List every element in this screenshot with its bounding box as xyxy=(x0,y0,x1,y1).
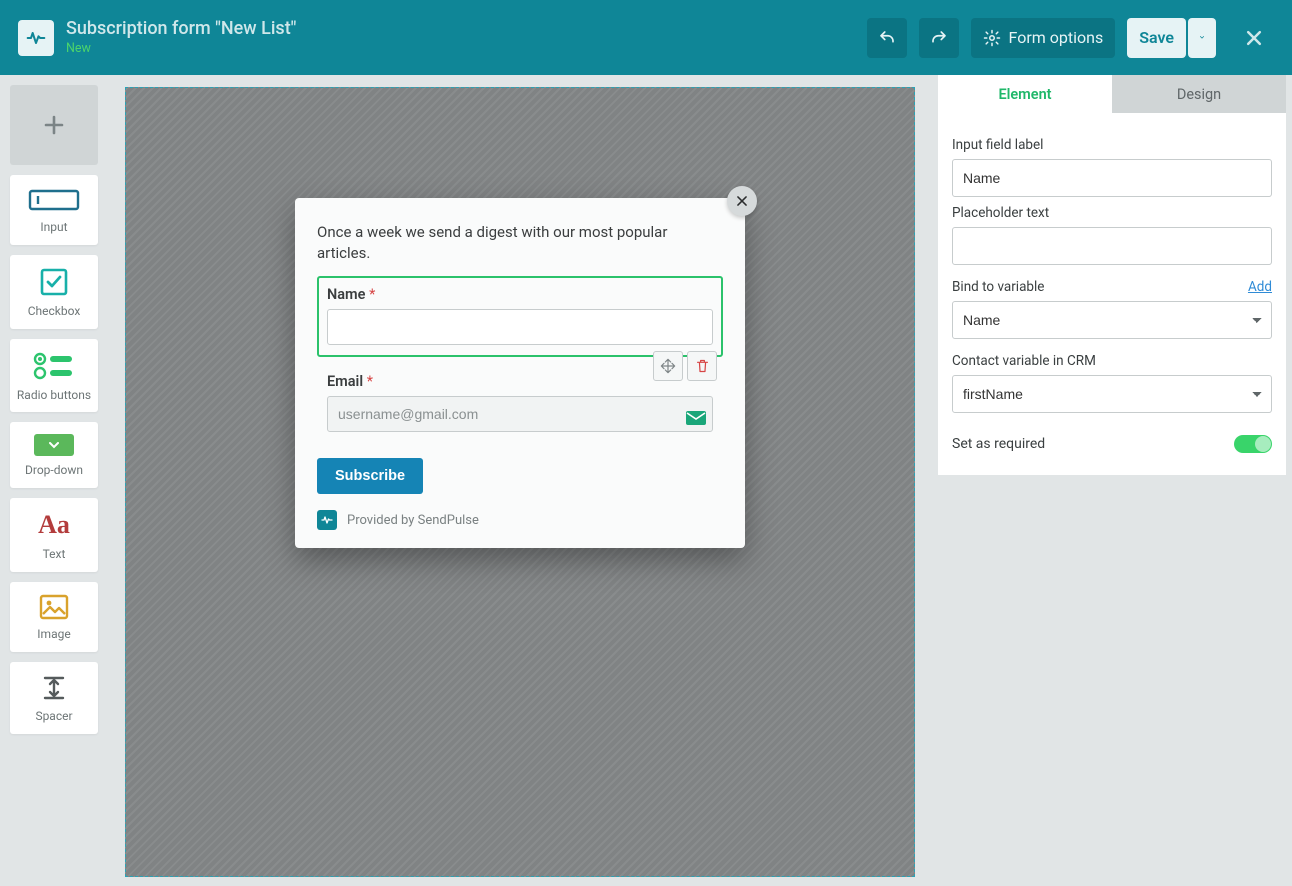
settings-panel: Element Design Input field label Placeho… xyxy=(932,75,1292,886)
app-logo xyxy=(18,20,54,56)
label-input-field-label: Input field label xyxy=(952,137,1272,153)
radio-icon xyxy=(32,351,76,381)
page-title: Subscription form "New List" xyxy=(66,18,296,41)
gear-icon xyxy=(983,29,1001,47)
topbar: Subscription form "New List" New Form op… xyxy=(0,0,1292,75)
name-input[interactable] xyxy=(327,309,713,345)
tool-spacer[interactable]: Spacer xyxy=(10,662,98,734)
required-mark: * xyxy=(369,286,375,303)
stage[interactable]: Once a week we send a digest with our mo… xyxy=(125,87,915,877)
move-handle[interactable] xyxy=(653,351,683,381)
redo-button[interactable] xyxy=(919,18,959,58)
save-dropdown[interactable] xyxy=(1188,18,1216,58)
trash-icon xyxy=(695,358,710,374)
label-placeholder-text: Placeholder text xyxy=(952,205,1272,221)
move-icon xyxy=(660,358,676,374)
toggle-required[interactable] xyxy=(1234,435,1272,453)
chevron-down-icon xyxy=(1200,34,1204,41)
subscribe-button[interactable]: Subscribe xyxy=(317,458,423,494)
close-button[interactable] xyxy=(1234,18,1274,58)
tool-radio[interactable]: Radio buttons xyxy=(10,339,98,413)
mail-icon xyxy=(685,410,707,426)
plus-icon xyxy=(42,113,66,137)
spacer-icon xyxy=(39,674,69,702)
form-options-label: Form options xyxy=(1009,28,1104,47)
form-close-button[interactable] xyxy=(727,186,757,216)
form-description: Once a week we send a digest with our mo… xyxy=(317,222,723,264)
label-crm-variable: Contact variable in CRM xyxy=(952,353,1272,369)
name-label: Name xyxy=(327,286,365,303)
checkbox-icon xyxy=(39,267,69,297)
tool-rail: Input Checkbox Radio buttons Dr xyxy=(0,75,108,886)
add-element-button[interactable] xyxy=(10,85,98,165)
add-variable-link[interactable]: Add xyxy=(1248,279,1272,295)
canvas: Once a week we send a digest with our mo… xyxy=(108,75,932,886)
undo-button[interactable] xyxy=(867,18,907,58)
dropdown-icon xyxy=(34,434,74,456)
pulse-icon xyxy=(26,28,46,48)
sendpulse-logo xyxy=(317,510,337,530)
image-icon xyxy=(39,594,69,620)
close-icon xyxy=(735,194,749,208)
input-icon xyxy=(28,187,80,213)
redo-icon xyxy=(930,29,948,47)
form-options-button[interactable]: Form options xyxy=(971,18,1116,58)
form-card: Once a week we send a digest with our mo… xyxy=(295,198,745,548)
tool-image[interactable]: Image xyxy=(10,582,98,652)
undo-icon xyxy=(878,29,896,47)
tab-design[interactable]: Design xyxy=(1112,75,1286,113)
delete-block-button[interactable] xyxy=(687,351,717,381)
provider-attribution: Provided by SendPulse xyxy=(317,510,723,530)
input-placeholder-text[interactable] xyxy=(952,227,1272,265)
status-new: New xyxy=(66,41,296,57)
field-block-name[interactable]: Name * xyxy=(317,276,723,357)
email-input[interactable] xyxy=(327,396,713,432)
tab-element[interactable]: Element xyxy=(938,75,1112,113)
tool-input[interactable]: Input xyxy=(10,175,98,245)
email-label: Email xyxy=(327,373,363,390)
field-block-email[interactable]: Email * xyxy=(317,363,723,444)
label-bind-variable: Bind to variable xyxy=(952,279,1044,295)
tool-text[interactable]: Aa Text xyxy=(10,498,98,572)
select-crm-variable[interactable]: firstName xyxy=(952,375,1272,413)
text-icon: Aa xyxy=(38,510,70,540)
select-bind-variable[interactable]: Name xyxy=(952,301,1272,339)
save-button[interactable]: Save xyxy=(1127,18,1186,58)
label-set-required: Set as required xyxy=(952,436,1045,452)
close-icon xyxy=(1244,28,1264,48)
required-mark: * xyxy=(367,373,373,390)
input-field-label[interactable] xyxy=(952,159,1272,197)
tool-dropdown[interactable]: Drop-down xyxy=(10,422,98,488)
tool-checkbox[interactable]: Checkbox xyxy=(10,255,98,329)
